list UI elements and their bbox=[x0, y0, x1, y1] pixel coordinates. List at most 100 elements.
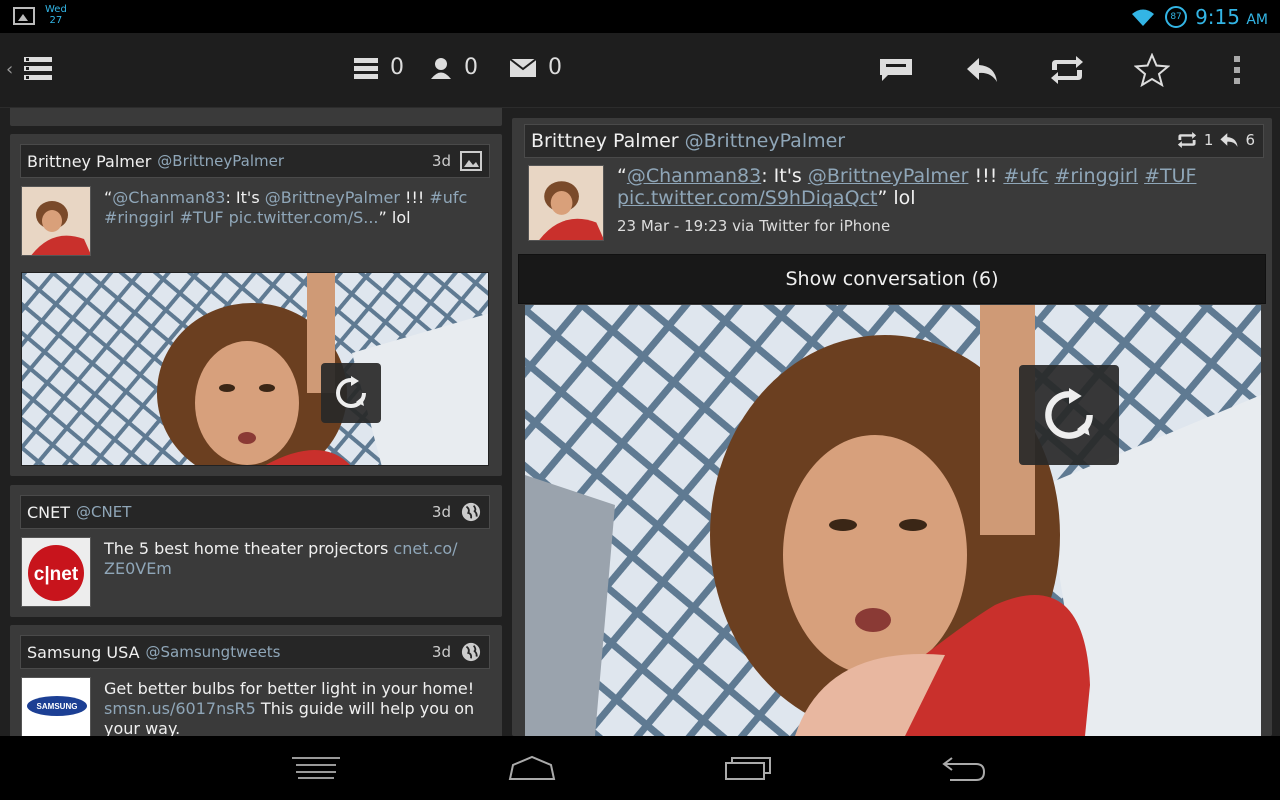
media-link[interactable]: pic.twitter.com/S... bbox=[229, 208, 379, 227]
mentions-icon bbox=[431, 57, 451, 79]
samsung-logo-text: SAMSUNG bbox=[37, 702, 78, 711]
tweet-text: Get better bulbs for better light in you… bbox=[104, 679, 484, 736]
show-conversation-button[interactable]: Show conversation (6) bbox=[518, 254, 1266, 304]
messages-counter[interactable]: 0 bbox=[510, 55, 562, 80]
tweet-age: 3d bbox=[431, 643, 451, 661]
tweet-card-samsung[interactable]: Samsung USA @Samsungtweets 3d SAMSUNG Ge… bbox=[10, 625, 502, 736]
mention-link[interactable]: @Chanman83 bbox=[627, 165, 761, 187]
mention-link[interactable]: @BrittneyPalmer bbox=[265, 188, 400, 207]
rotate-button[interactable] bbox=[321, 363, 381, 423]
hashtag-link[interactable]: #TUF bbox=[179, 208, 223, 227]
calendar-date: 27 bbox=[49, 15, 63, 26]
calendar-day: Wed bbox=[45, 4, 67, 15]
timeline-count: 0 bbox=[390, 55, 404, 80]
retweet-icon bbox=[1051, 56, 1083, 84]
mentions-count: 0 bbox=[464, 55, 478, 80]
back-icon bbox=[942, 757, 986, 781]
reply-button[interactable] bbox=[960, 49, 1004, 91]
calendar-notification: Wed 27 bbox=[45, 4, 67, 26]
tweet-header: Brittney Palmer @BrittneyPalmer 3d bbox=[20, 144, 490, 178]
image-icon bbox=[460, 151, 482, 171]
cnet-logo-text: c|net bbox=[34, 564, 79, 585]
author-name: Brittney Palmer bbox=[27, 151, 152, 171]
rotate-icon bbox=[1045, 388, 1093, 439]
menu-icon bbox=[292, 757, 340, 779]
home-icon bbox=[508, 755, 556, 780]
hashtag-link[interactable]: #ufc bbox=[429, 188, 467, 207]
status-icons: 87 9:15 AM bbox=[1129, 4, 1268, 30]
recent-apps-button[interactable] bbox=[718, 750, 778, 786]
hashtag-link[interactable]: #ufc bbox=[1003, 165, 1048, 187]
mention-link[interactable]: @BrittneyPalmer bbox=[808, 165, 969, 187]
back-button[interactable] bbox=[934, 750, 994, 786]
timeline-icon bbox=[354, 57, 378, 79]
list-item[interactable] bbox=[10, 108, 502, 126]
detail-header: Brittney Palmer @BrittneyPalmer 1 6 bbox=[524, 124, 1264, 158]
reply-count: 6 bbox=[1245, 131, 1255, 149]
retweet-count-icon bbox=[1177, 132, 1197, 148]
text-segment: ” lol bbox=[877, 187, 916, 209]
author-handle: @BrittneyPalmer bbox=[157, 152, 285, 170]
tweet-text: “@Chanman83: It's @BrittneyPalmer !!! #u… bbox=[104, 188, 484, 228]
text-segment: !!! bbox=[399, 188, 430, 207]
globe-icon bbox=[461, 642, 481, 662]
action-bar: ‹ 0 0 0 bbox=[0, 33, 1280, 108]
author-handle: @Samsungtweets bbox=[145, 643, 281, 661]
status-bar: Wed 27 87 9:15 AM bbox=[0, 0, 1280, 33]
mention-link[interactable]: @Chanman83 bbox=[112, 188, 225, 207]
messages-count: 0 bbox=[548, 55, 562, 80]
author-handle[interactable]: @BrittneyPalmer bbox=[685, 130, 846, 152]
tweet-header: Samsung USA @Samsungtweets 3d bbox=[20, 635, 490, 669]
hashtag-link[interactable]: #TUF bbox=[1144, 165, 1196, 187]
rotate-button[interactable] bbox=[1019, 365, 1119, 465]
hashtag-link[interactable]: #ringgirl bbox=[104, 208, 174, 227]
url-link[interactable]: smsn.us/6017nsR5 bbox=[104, 699, 256, 718]
text-segment: ” lol bbox=[378, 208, 411, 227]
author-name[interactable]: Brittney Palmer bbox=[531, 130, 679, 152]
text-segment: : It's bbox=[761, 165, 808, 187]
tweet-text: The 5 best home theater projectors cnet.… bbox=[104, 539, 484, 579]
tweet-text: “@Chanman83: It's @BrittneyPalmer !!! #u… bbox=[617, 165, 1257, 209]
avatar[interactable]: SAMSUNG bbox=[21, 677, 91, 736]
tweet-card-cnet[interactable]: CNET @CNET 3d c|net The 5 best home thea… bbox=[10, 485, 502, 617]
favorite-icon bbox=[1134, 53, 1170, 87]
media-link[interactable]: pic.twitter.com/S9hDiqaQct bbox=[617, 187, 877, 209]
tweet-photo[interactable] bbox=[21, 272, 489, 466]
mentions-counter[interactable]: 0 bbox=[430, 55, 478, 80]
tweet-meta: 23 Mar - 19:23 via Twitter for iPhone bbox=[617, 217, 891, 235]
avatar[interactable] bbox=[21, 186, 91, 256]
avatar[interactable]: c|net bbox=[21, 537, 91, 607]
author-handle: @CNET bbox=[76, 503, 132, 521]
favorite-button[interactable] bbox=[1130, 49, 1174, 91]
text-segment: Get better bulbs for better light in you… bbox=[104, 679, 475, 698]
tweet-stats: 1 6 bbox=[1176, 131, 1255, 149]
author-name: CNET bbox=[27, 502, 71, 522]
up-caret-icon[interactable]: ‹ bbox=[6, 59, 13, 80]
gallery-notification-icon bbox=[13, 7, 35, 25]
reply-icon bbox=[967, 58, 997, 82]
globe-icon bbox=[461, 502, 481, 522]
retweet-count: 1 bbox=[1203, 131, 1214, 149]
hashtag-link[interactable]: #ringgirl bbox=[1055, 165, 1139, 187]
avatar[interactable] bbox=[528, 165, 604, 241]
tweet-card-brittney[interactable]: Brittney Palmer @BrittneyPalmer 3d “@Cha… bbox=[10, 134, 502, 476]
drawer-menu-icon[interactable] bbox=[24, 56, 52, 82]
tweet-detail-pane: Brittney Palmer @BrittneyPalmer 1 6 “@Ch… bbox=[512, 118, 1272, 736]
rotate-icon bbox=[336, 376, 366, 408]
timeline-counter[interactable]: 0 bbox=[354, 55, 404, 80]
tweet-photo[interactable] bbox=[525, 305, 1261, 736]
menu-button[interactable] bbox=[286, 750, 346, 786]
text-segment: : It's bbox=[225, 188, 265, 207]
compose-icon bbox=[880, 59, 912, 81]
author-name: Samsung USA bbox=[27, 642, 140, 662]
timeline-list[interactable]: Brittney Palmer @BrittneyPalmer 3d “@Cha… bbox=[10, 108, 502, 736]
overflow-menu-button[interactable] bbox=[1215, 49, 1259, 91]
wifi-icon bbox=[1132, 9, 1155, 26]
tweet-age: 3d bbox=[431, 503, 451, 521]
home-button[interactable] bbox=[502, 750, 562, 786]
compose-button[interactable] bbox=[874, 49, 918, 91]
content-area: Brittney Palmer @BrittneyPalmer 3d “@Cha… bbox=[0, 108, 1280, 736]
clock-time: 9:15 bbox=[1195, 5, 1240, 29]
retweet-button[interactable] bbox=[1045, 49, 1089, 91]
battery-icon: 87 bbox=[1165, 6, 1188, 28]
